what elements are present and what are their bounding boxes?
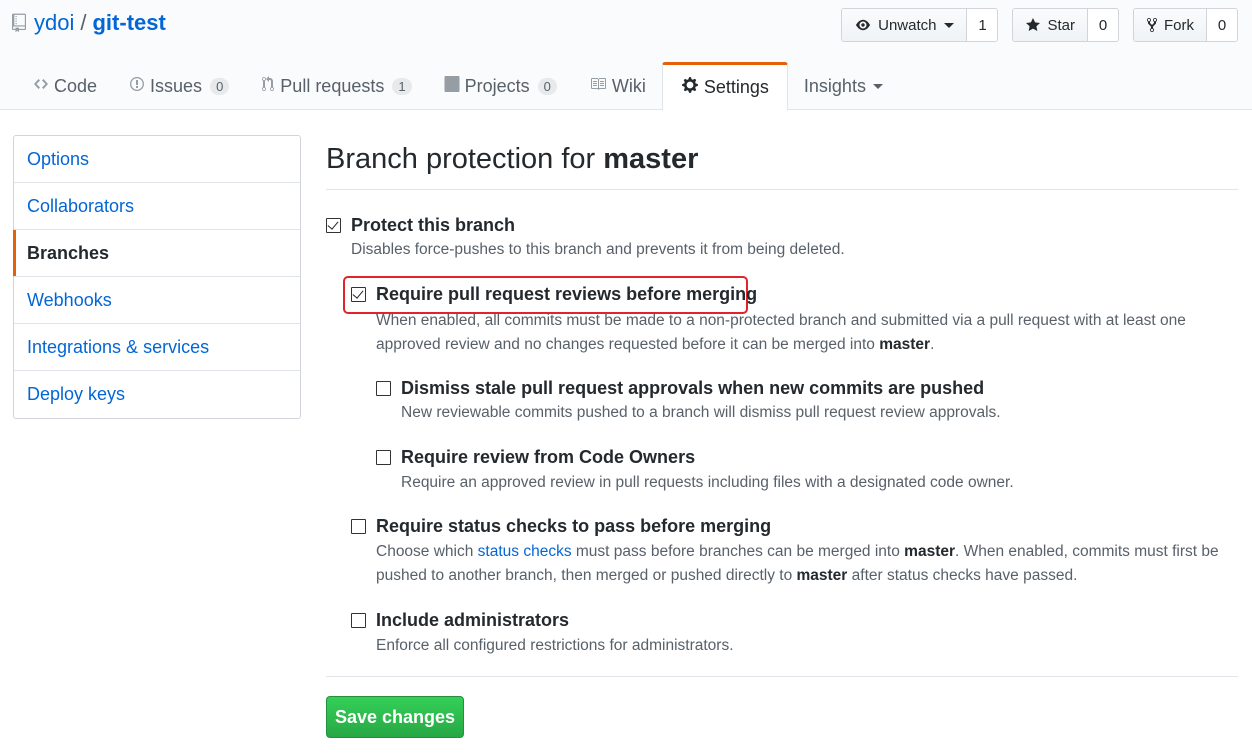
form-divider: [326, 676, 1238, 677]
sidebar-item-integrations[interactable]: Integrations & services: [14, 324, 300, 371]
git-pull-request-icon: [261, 75, 275, 97]
sidebar-item-deploy-keys[interactable]: Deploy keys: [14, 371, 300, 418]
repo-title: ydoi / git-test: [12, 10, 166, 36]
unwatch-button[interactable]: Unwatch: [842, 9, 968, 41]
stargazers-count[interactable]: 0: [1088, 9, 1118, 41]
tab-insights-label: Insights: [803, 75, 866, 96]
repo-owner-link[interactable]: ydoi: [34, 10, 74, 36]
status-checks-note: Choose which status checks must pass bef…: [376, 540, 1238, 588]
star-group: Star 0: [1012, 8, 1119, 42]
page-title-branch: master: [603, 143, 699, 175]
require-reviews-label: Require pull request reviews before merg…: [376, 284, 758, 304]
protect-branch-note: Disables force-pushes to this branch and…: [351, 241, 845, 258]
require-reviews-note-text: When enabled, all commits must be made t…: [376, 312, 1186, 353]
sidebar-item-branches[interactable]: Branches: [13, 230, 300, 277]
forks-count[interactable]: 0: [1207, 9, 1237, 41]
tab-code-label: Code: [54, 75, 98, 96]
code-owners-checkbox[interactable]: [376, 450, 391, 465]
eye-icon: [854, 18, 872, 32]
watchers-count[interactable]: 1: [967, 9, 998, 41]
fork-group: Fork 0: [1133, 8, 1238, 42]
include-admins-label: Include administrators: [376, 610, 570, 630]
pulls-counter: 1: [392, 77, 412, 95]
include-admins-note: Enforce all configured restrictions for …: [376, 637, 734, 654]
tab-insights[interactable]: Insights: [788, 62, 899, 110]
tab-issues[interactable]: Issues 0: [113, 62, 245, 110]
status-checks-note-branch2: master: [796, 567, 848, 584]
fork-label: Fork: [1164, 16, 1194, 34]
dismiss-stale-label: Dismiss stale pull request approvals whe…: [401, 378, 985, 398]
tab-settings-label: Settings: [703, 77, 769, 97]
protect-branch-label: Protect this branch: [351, 215, 516, 235]
tab-code[interactable]: Code: [17, 62, 113, 110]
dismiss-stale-note: New reviewable commits pushed to a branc…: [401, 404, 1001, 421]
status-checks-note-a: Choose which: [376, 543, 474, 560]
page-title: Branch protection for master: [326, 135, 1238, 190]
settings-menu: Options Collaborators Branches Webhooks …: [13, 135, 301, 419]
sidebar-item-collaborators[interactable]: Collaborators: [14, 183, 300, 230]
tab-pull-requests[interactable]: Pull requests 1: [245, 62, 427, 110]
star-icon: [1025, 17, 1041, 33]
tab-settings[interactable]: Settings: [661, 62, 788, 111]
repo-nav: Code Issues 0 Pull requests 1 Projects 0: [17, 62, 899, 111]
issue-opened-icon: [129, 76, 145, 97]
repo-icon: [12, 13, 26, 33]
tab-wiki[interactable]: Wiki: [573, 62, 662, 110]
status-checks-label: Require status checks to pass before mer…: [376, 516, 772, 536]
repo-actions: Unwatch 1 Star 0 Fork 0: [841, 8, 1238, 42]
watch-group: Unwatch 1: [841, 8, 999, 42]
require-reviews-note: When enabled, all commits must be made t…: [376, 309, 1238, 357]
fork-button[interactable]: Fork: [1134, 9, 1207, 41]
status-checks-note-d: after status checks have passed.: [851, 567, 1078, 584]
tab-pull-requests-label: Pull requests: [280, 75, 385, 96]
status-checks-link[interactable]: status checks: [478, 543, 572, 560]
sidebar-item-options[interactable]: Options: [14, 136, 300, 183]
code-icon: [33, 76, 49, 97]
star-label: Star: [1047, 16, 1075, 34]
projects-counter: 0: [537, 77, 557, 95]
require-reviews-note-end: .: [930, 336, 935, 353]
include-admins-checkbox[interactable]: [351, 613, 366, 628]
repo-name-link[interactable]: git-test: [92, 10, 165, 36]
require-reviews-checkbox[interactable]: [351, 287, 366, 302]
project-icon: [444, 75, 460, 97]
tab-wiki-label: Wiki: [611, 75, 646, 96]
require-reviews-note-branch: master: [879, 336, 931, 353]
protect-branch-checkbox[interactable]: [326, 218, 341, 233]
chevron-down-icon: [872, 83, 883, 89]
fork-icon: [1146, 17, 1158, 33]
gear-icon: [681, 76, 699, 99]
book-icon: [589, 76, 607, 97]
save-changes-button[interactable]: Save changes: [326, 696, 464, 738]
repo-separator: /: [80, 10, 87, 35]
chevron-down-icon: [944, 22, 955, 28]
unwatch-label: Unwatch: [878, 16, 937, 34]
dismiss-stale-checkbox[interactable]: [376, 381, 391, 396]
tab-issues-label: Issues: [150, 75, 203, 96]
status-checks-checkbox[interactable]: [351, 519, 366, 534]
status-checks-note-branch1: master: [904, 543, 956, 560]
sidebar-item-webhooks[interactable]: Webhooks: [14, 277, 300, 324]
tab-projects-label: Projects: [464, 75, 530, 96]
code-owners-note: Require an approved review in pull reque…: [401, 474, 1014, 491]
main-content: Branch protection for master: [326, 135, 1238, 190]
star-button[interactable]: Star: [1013, 9, 1088, 41]
status-checks-note-b: must pass before branches can be merged …: [575, 543, 900, 560]
repo-header: ydoi / git-test Unwatch 1 Star 0 Fork 0 …: [0, 0, 1252, 111]
tab-projects[interactable]: Projects 0: [428, 62, 573, 110]
issues-counter: 0: [210, 77, 230, 95]
code-owners-label: Require review from Code Owners: [401, 447, 696, 467]
page-title-prefix: Branch protection for: [326, 143, 596, 175]
